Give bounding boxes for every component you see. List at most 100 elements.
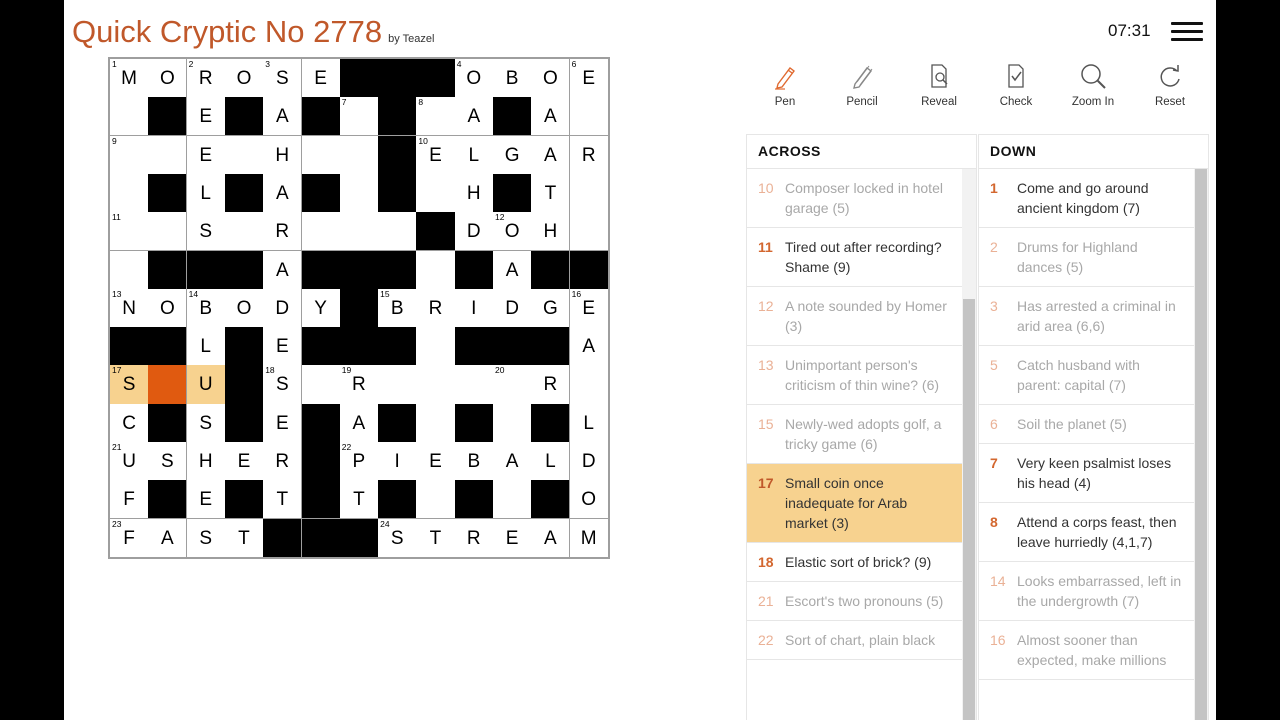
grid-cell[interactable]: 14 B (186, 288, 225, 327)
grid-cell[interactable]: 10 E (416, 135, 455, 174)
grid-cell[interactable]: 15 B (378, 288, 417, 327)
grid-cell[interactable]: D (263, 288, 302, 327)
grid-cell[interactable]: 1M (110, 59, 149, 98)
down-clue-item[interactable]: 3 Has arrested a criminal in arid area (6… (979, 287, 1194, 346)
grid-cell[interactable]: C (110, 403, 149, 442)
grid-cell[interactable]: E (416, 442, 455, 481)
grid-cell[interactable]: 17 S (110, 365, 149, 404)
zoom-in-button[interactable]: Zoom In (1058, 62, 1128, 108)
grid-cell[interactable] (148, 365, 187, 404)
grid-cell[interactable]: S (186, 518, 225, 557)
grid-cell[interactable]: H (454, 173, 493, 213)
grid-cell[interactable] (416, 365, 455, 404)
reveal-button[interactable]: Reveal (904, 62, 974, 108)
grid-cell[interactable]: E (224, 442, 264, 481)
down-clue-item[interactable]: 1 Come and go around ancient kingdom (7) (979, 169, 1194, 228)
grid-cell[interactable]: 20 (493, 365, 532, 404)
grid-cell[interactable]: A (531, 135, 570, 174)
grid-cell[interactable]: O (224, 288, 264, 327)
down-clue-item[interactable]: 14 Looks embarrassed, left in the undergr… (979, 562, 1194, 621)
down-clue-list[interactable]: 1 Come and go around ancient kingdom (7) 2… (979, 169, 1194, 720)
grid-cell[interactable]: E (186, 480, 225, 519)
grid-cell[interactable]: 7 (339, 97, 378, 136)
grid-cell[interactable] (224, 212, 264, 251)
grid-cell[interactable]: E (263, 403, 302, 442)
grid-cell[interactable]: Y (301, 288, 340, 327)
grid-cell[interactable] (301, 365, 340, 404)
grid-cell[interactable]: H (186, 442, 225, 481)
grid-cell[interactable]: L (186, 173, 225, 213)
grid-cell[interactable]: 12 O (493, 212, 532, 251)
grid-cell[interactable]: 18 S (263, 365, 302, 404)
across-scroll-thumb[interactable] (963, 299, 975, 720)
grid-cell[interactable]: R (569, 135, 608, 174)
grid-cell[interactable] (416, 403, 455, 442)
grid-cell[interactable] (378, 212, 417, 251)
check-button[interactable]: Check (981, 62, 1051, 108)
down-scrollbar[interactable] (1194, 169, 1208, 720)
down-clue-item[interactable]: 6 Soil the planet (5) (979, 405, 1194, 444)
grid-cell[interactable] (493, 480, 532, 519)
grid-cell[interactable]: M (569, 518, 608, 557)
grid-cell[interactable]: 8 (416, 97, 455, 136)
hamburger-menu-icon[interactable] (1171, 22, 1203, 42)
pencil-button[interactable]: Pencil (827, 62, 897, 108)
grid-cell[interactable]: O (148, 288, 187, 327)
grid-cell[interactable]: A (148, 518, 187, 557)
grid-cell[interactable]: E (186, 97, 225, 136)
grid-cell[interactable]: T (416, 518, 455, 557)
grid-cell[interactable]: 13 N (110, 288, 149, 327)
grid-cell[interactable] (224, 135, 264, 174)
grid-cell[interactable] (110, 97, 149, 136)
grid-cell[interactable]: A (263, 250, 302, 289)
grid-cell[interactable]: F (110, 480, 149, 519)
across-clue-item[interactable]: 12 A note sounded by Homer (3) (747, 287, 962, 346)
down-clue-item[interactable]: 2 Drums for Highland dances (5) (979, 228, 1194, 287)
grid-cell[interactable]: 4O (454, 59, 493, 98)
grid-cell[interactable]: T (339, 480, 378, 519)
grid-cell[interactable]: O (148, 59, 187, 98)
grid-cell[interactable] (110, 173, 149, 213)
grid-cell[interactable]: 19 R (339, 365, 378, 404)
grid-cell[interactable]: H (531, 212, 570, 251)
grid-cell[interactable]: 6E (569, 59, 608, 98)
grid-cell[interactable] (416, 250, 455, 289)
grid-cell[interactable] (416, 480, 455, 519)
pen-button[interactable]: Pen (750, 62, 820, 108)
grid-cell[interactable]: U (186, 365, 225, 404)
grid-cell[interactable] (148, 212, 187, 251)
grid-cell[interactable]: O (224, 59, 264, 98)
grid-cell[interactable] (339, 212, 378, 251)
across-clue-item[interactable]: 13 Unimportant person's criticism of thin… (747, 346, 962, 405)
grid-cell[interactable]: S (186, 403, 225, 442)
grid-cell[interactable] (110, 250, 149, 289)
grid-cell[interactable]: R (416, 288, 455, 327)
grid-cell[interactable]: E (493, 518, 532, 557)
reset-button[interactable]: Reset (1135, 62, 1205, 108)
grid-cell[interactable]: L (531, 442, 570, 481)
across-clue-list[interactable]: 10 Composer locked in hotel garage (5) 11 T… (747, 169, 962, 720)
grid-cell[interactable] (416, 173, 455, 213)
grid-cell[interactable]: D (569, 442, 608, 481)
grid-cell[interactable] (301, 135, 340, 174)
down-scroll-thumb[interactable] (1195, 169, 1207, 720)
grid-cell[interactable] (454, 365, 493, 404)
grid-cell[interactable] (493, 403, 532, 442)
grid-cell[interactable] (569, 97, 608, 136)
grid-cell[interactable] (339, 173, 378, 213)
grid-cell[interactable]: 3S (263, 59, 302, 98)
grid-cell[interactable] (569, 173, 608, 213)
grid-cell[interactable]: A (531, 97, 570, 136)
grid-cell[interactable]: L (454, 135, 493, 174)
grid-cell[interactable]: D (493, 288, 532, 327)
grid-cell[interactable]: 11 (110, 212, 149, 251)
grid-cell[interactable]: H (263, 135, 302, 174)
grid-cell[interactable]: G (531, 288, 570, 327)
grid-cell[interactable] (569, 212, 608, 251)
across-scrollbar[interactable] (962, 169, 976, 720)
grid-cell[interactable]: L (186, 327, 225, 366)
grid-cell[interactable]: O (531, 59, 570, 98)
down-clue-item[interactable]: 16 Almost sooner than expected, make mill… (979, 621, 1194, 680)
down-clue-item[interactable]: 8 Attend a corps feast, then leave hurrie… (979, 503, 1194, 562)
grid-cell[interactable]: I (378, 442, 417, 481)
